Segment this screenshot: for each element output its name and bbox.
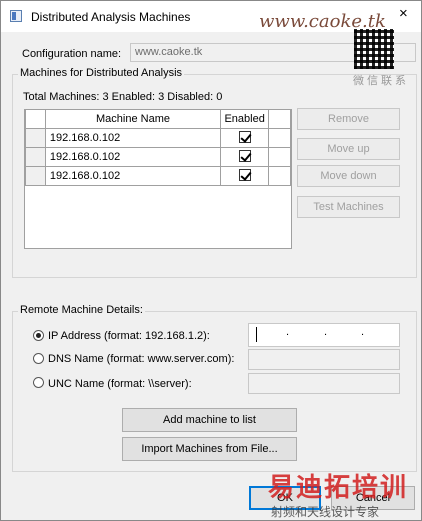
text-cursor xyxy=(256,327,257,342)
blank-cell xyxy=(268,147,291,167)
unc-name-field[interactable] xyxy=(248,373,400,394)
machines-group-label: Machines for Distributed Analysis xyxy=(18,67,185,79)
dns-name-radio[interactable] xyxy=(33,353,44,364)
blank-cell xyxy=(268,128,291,148)
app-icon xyxy=(10,10,22,22)
column-header-blank xyxy=(268,109,291,129)
row-header-corner xyxy=(25,109,46,129)
table-row[interactable]: 192.168.0.102 xyxy=(25,128,291,148)
move-down-button[interactable]: Move down xyxy=(297,165,400,187)
dns-name-field[interactable] xyxy=(248,349,400,370)
move-up-button[interactable]: Move up xyxy=(297,138,400,160)
watermark-wechat: 微信联系 xyxy=(353,75,409,87)
column-header-machine-name[interactable]: Machine Name xyxy=(44,109,222,129)
window-title: Distributed Analysis Machines xyxy=(31,10,191,24)
dialog-window: Distributed Analysis Machines × Configur… xyxy=(0,0,422,521)
row-selector[interactable] xyxy=(25,166,46,186)
enabled-cell[interactable] xyxy=(220,128,270,148)
blank-cell xyxy=(268,166,291,186)
machine-name-cell[interactable]: 192.168.0.102 xyxy=(44,166,222,186)
ip-dot-2: . xyxy=(324,326,328,338)
enabled-checkbox[interactable] xyxy=(238,130,251,143)
close-icon[interactable]: × xyxy=(399,5,408,22)
table-header-row: Machine Name Enabled xyxy=(25,109,291,129)
ip-address-radio[interactable] xyxy=(33,330,44,341)
qr-code-image xyxy=(354,29,394,69)
ip-dot-3: . xyxy=(361,326,365,338)
watermark-brand: 易迪拓培训 xyxy=(268,472,409,502)
enabled-cell[interactable] xyxy=(220,166,270,186)
machine-summary: Total Machines: 3 Enabled: 3 Disabled: 0 xyxy=(23,91,223,103)
table-row[interactable]: 192.168.0.102 xyxy=(25,147,291,167)
ip-dot-1: . xyxy=(286,326,290,338)
ip-address-label[interactable]: IP Address (format: 192.168.1.2): xyxy=(48,330,210,342)
machine-name-cell[interactable]: 192.168.0.102 xyxy=(44,128,222,148)
row-selector[interactable] xyxy=(25,128,46,148)
watermark-brand-sub: 射频和天线设计专家 xyxy=(271,505,380,519)
config-name-label: Configuration name: xyxy=(22,48,122,60)
enabled-checkbox[interactable] xyxy=(238,149,251,162)
remove-button[interactable]: Remove xyxy=(297,108,400,130)
remote-details-label: Remote Machine Details: xyxy=(18,304,145,316)
add-machine-button[interactable]: Add machine to list xyxy=(122,408,297,432)
unc-name-radio[interactable] xyxy=(33,377,44,388)
import-machines-button[interactable]: Import Machines from File... xyxy=(122,437,297,461)
enabled-cell[interactable] xyxy=(220,147,270,167)
row-selector[interactable] xyxy=(25,147,46,167)
machines-table: Machine Name Enabled 192.168.0.102 192.1… xyxy=(25,109,291,186)
table-row[interactable]: 192.168.0.102 xyxy=(25,166,291,186)
unc-name-label[interactable]: UNC Name (format: \\server): xyxy=(48,378,192,390)
test-machines-button[interactable]: Test Machines xyxy=(297,196,400,218)
enabled-checkbox[interactable] xyxy=(238,168,251,181)
dns-name-label[interactable]: DNS Name (format: www.server.com): xyxy=(48,353,234,365)
machine-name-cell[interactable]: 192.168.0.102 xyxy=(44,147,222,167)
column-header-enabled[interactable]: Enabled xyxy=(220,109,270,129)
